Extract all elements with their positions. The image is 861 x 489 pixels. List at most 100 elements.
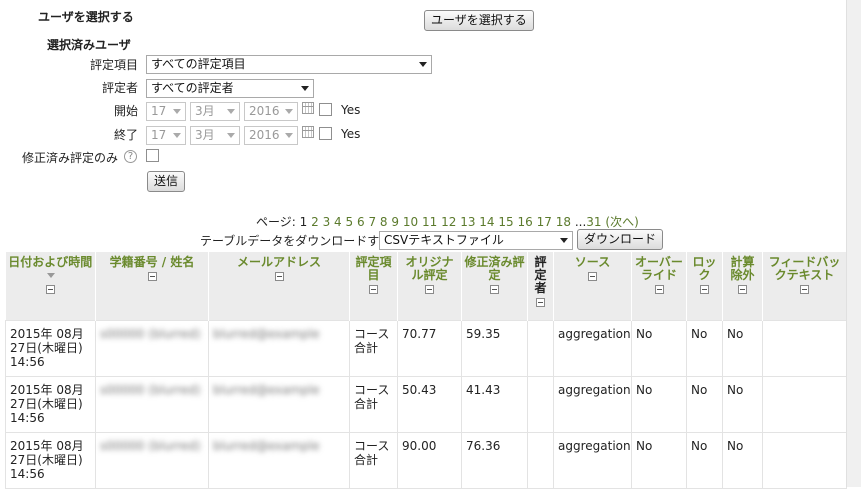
column-header-label: オリジナル評定 [405,255,454,282]
grade-item-label: 評定項目 [89,58,138,72]
page-link[interactable]: 2 [311,215,319,229]
paging-ellipsis: ... [574,215,587,229]
page-link[interactable]: 4 [334,215,342,229]
cell-overridden: No [631,319,687,377]
end-label: 終了 [113,128,138,142]
chevron-down-icon [285,133,293,138]
cell-grader [527,431,554,489]
page-link[interactable]: 15 [498,215,513,229]
chevron-down-icon [285,109,293,114]
column-header[interactable]: メールアドレス [208,252,350,320]
revised-only-checkbox[interactable] [146,149,159,162]
collapse-column-icon[interactable] [536,298,545,307]
column-header[interactable]: フィードバックテキスト [762,252,847,320]
column-header-label: オーバーライド [635,255,683,282]
paging-prefix: ページ: [256,215,296,229]
end-enable-checkbox[interactable] [319,127,332,140]
end-month-select[interactable]: 3月 [190,126,240,145]
column-header[interactable]: ロック [686,252,723,320]
collapse-column-icon[interactable] [800,285,809,294]
calendar-icon[interactable] [302,102,314,114]
cell-original: 50.43 [397,375,462,433]
column-header[interactable]: オーバーライド [631,252,687,320]
end-day-select[interactable]: 17 [146,126,186,145]
chevron-down-icon [227,109,235,114]
collapse-column-icon[interactable] [738,285,747,294]
page-link[interactable]: 13 [460,215,475,229]
page-link[interactable]: 5 [346,215,354,229]
page-link[interactable]: 10 [403,215,418,229]
start-month-select[interactable]: 3月 [190,102,240,121]
cell-item: コース合計 [349,431,398,489]
chevron-down-icon [301,86,309,91]
sort-desc-icon[interactable] [47,273,56,278]
page-link[interactable]: 9 [391,215,399,229]
cell-source: aggregation [553,319,632,377]
collapse-column-icon[interactable] [588,272,597,281]
chevron-down-icon [560,238,568,243]
page-link[interactable]: 8 [380,215,388,229]
page-link[interactable]: 12 [441,215,456,229]
page-link[interactable]: 11 [422,215,437,229]
revised-only-label: 修正済み評定のみ [21,151,118,165]
collapse-column-icon[interactable] [147,272,157,281]
cell-excluded: No [722,431,763,489]
download-label: テーブルデータをダウンロードする: [200,234,396,248]
grader-select[interactable]: すべての評定者 [146,79,314,98]
cell-original: 70.77 [397,319,462,377]
column-header[interactable]: 学籍番号 / 姓名 [95,252,209,320]
collapse-column-icon[interactable] [425,285,434,294]
column-header[interactable]: 計算除外 [722,252,763,320]
collapse-column-icon[interactable] [654,285,664,294]
page-scrollbar[interactable] [846,0,861,487]
start-enable-checkbox[interactable] [319,103,332,116]
collapse-column-icon[interactable] [369,285,378,294]
page-link[interactable]: 18 [556,215,571,229]
column-header[interactable]: オリジナル評定 [397,252,462,320]
column-header-label: ロック [692,255,717,282]
start-year-select[interactable]: 2016 [244,102,298,121]
start-day-select[interactable]: 17 [146,102,186,121]
cell-student: s00000 (blurred) [95,319,209,377]
grade-history-table: 日付および時間 学籍番号 / 姓名 メールアドレス 評定項目 オリジナル評定 修正済み評定… [5,252,847,489]
next-page-link[interactable]: (次へ) [605,215,638,229]
collapse-column-icon[interactable] [45,285,55,294]
cell-original: 90.00 [397,431,462,489]
cell-overridden: No [631,375,687,433]
page-link[interactable]: 17 [537,215,552,229]
collapse-column-icon[interactable] [700,285,709,294]
page-link[interactable]: 6 [357,215,365,229]
page-link-last[interactable]: 31 [586,215,601,229]
column-header-label: フィードバックテキスト [768,255,841,282]
download-format-select[interactable]: CSVテキストファイル [379,231,573,250]
select-user-button[interactable]: ユーザを選択する [424,10,534,31]
column-header[interactable]: 日付および時間 [5,252,96,320]
column-header-label: 修正済み評定 [464,255,525,282]
cell-locked: No [686,431,723,489]
column-header-label: メールアドレス [236,255,321,269]
page-link[interactable]: 7 [368,215,376,229]
column-header[interactable]: 修正済み評定 [461,252,528,320]
end-year-select[interactable]: 2016 [244,126,298,145]
page-link[interactable]: 16 [518,215,533,229]
cell-email: blurred@example [208,431,350,489]
grade-item-select[interactable]: すべての評定項目 [146,55,432,74]
cell-feedback [762,431,847,489]
page-link[interactable]: 3 [323,215,331,229]
submit-button[interactable]: 送信 [147,171,186,192]
collapse-column-icon[interactable] [490,285,499,294]
collapse-column-icon[interactable] [274,272,284,281]
column-header[interactable]: 評定項目 [349,252,398,320]
grader-label: 評定者 [101,81,138,95]
page-link[interactable]: 14 [479,215,494,229]
chevron-down-icon [227,133,235,138]
paging-bar: ページ: 1 2 3 4 5 6 7 8 9 10 11 12 13 14 15… [256,213,639,230]
chevron-down-icon [173,109,181,114]
help-icon[interactable]: ? [124,150,137,163]
column-header[interactable]: 評定者 [527,252,554,320]
column-header[interactable]: ソース [553,252,632,320]
download-button[interactable]: ダウンロード [577,229,664,250]
calendar-icon[interactable] [302,126,314,138]
cell-overridden: No [631,431,687,489]
cell-date: 2015年 08月 27日(木曜日) 14:56 [5,431,96,489]
